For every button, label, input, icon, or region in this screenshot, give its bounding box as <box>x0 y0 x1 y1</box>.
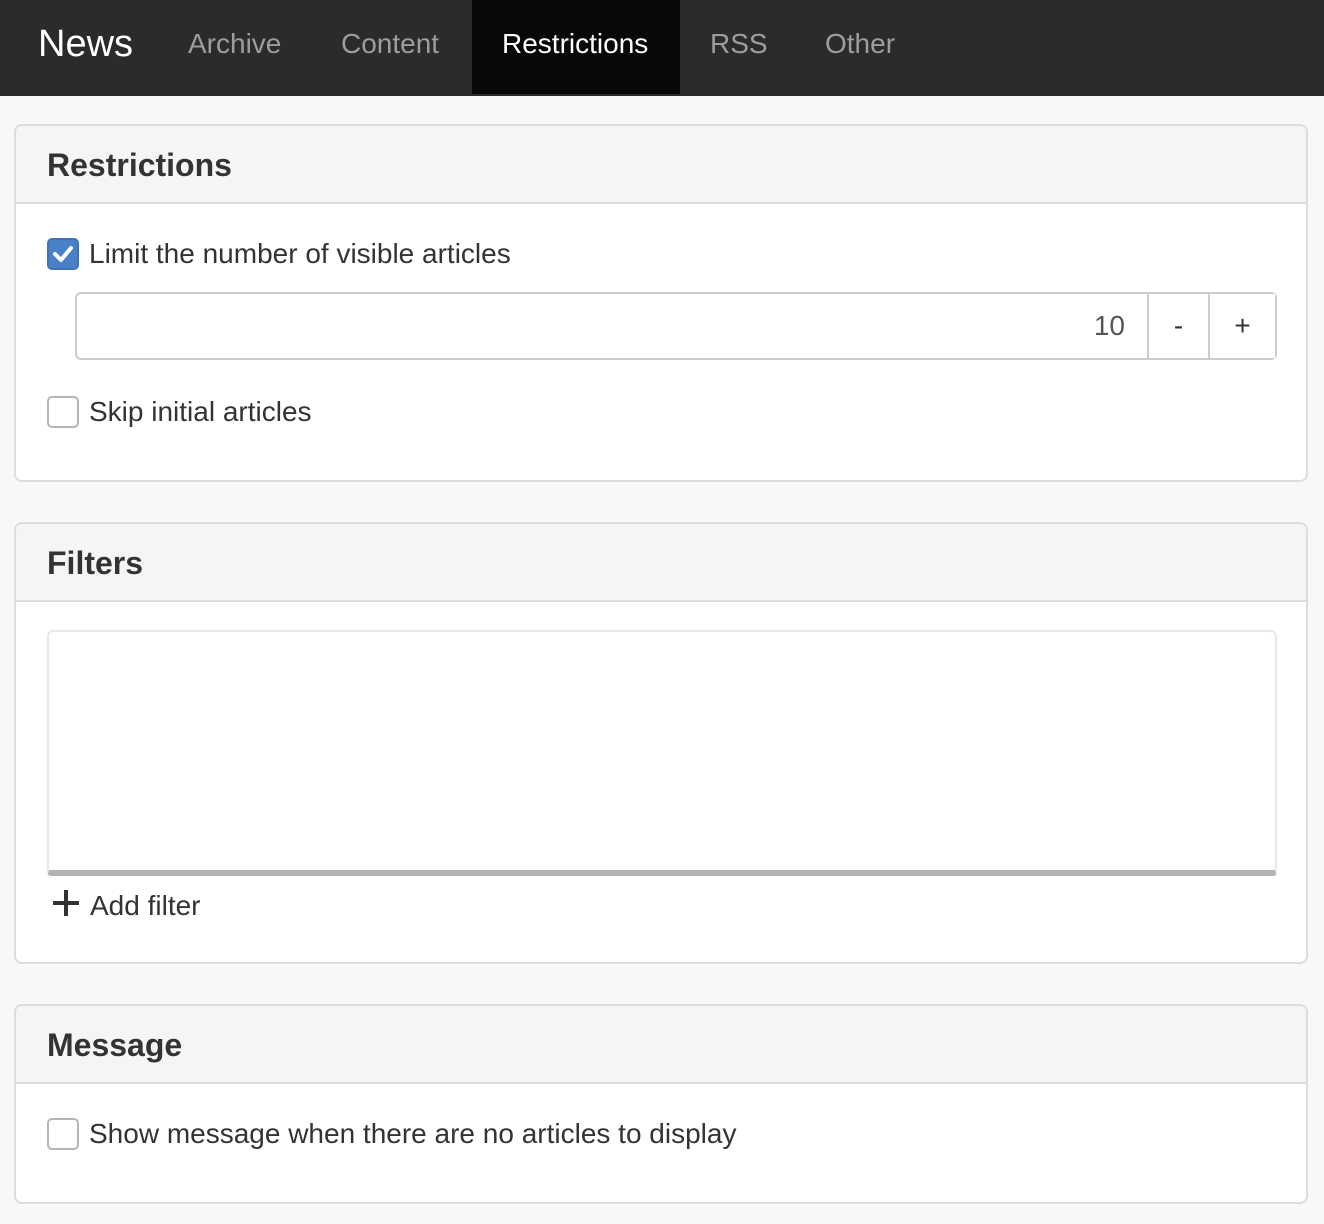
tab-content[interactable]: Content <box>311 0 469 94</box>
restrictions-panel: Restrictions Limit the number of visible… <box>14 124 1308 482</box>
message-panel-heading: Message <box>16 1006 1306 1084</box>
skip-articles-label: Skip initial articles <box>89 396 312 427</box>
filter-list <box>47 630 1277 876</box>
filters-panel-title: Filters <box>47 545 144 581</box>
restrictions-panel-heading: Restrictions <box>16 126 1306 204</box>
increment-button[interactable]: + <box>1208 294 1275 358</box>
tab-archive[interactable]: Archive <box>158 0 311 94</box>
show-message-checkbox[interactable] <box>47 1118 79 1150</box>
top-navbar: News Archive Content Restrictions RSS Ot… <box>0 0 1324 96</box>
message-panel-title: Message <box>47 1027 183 1063</box>
limit-articles-label: Limit the number of visible articles <box>89 238 511 269</box>
decrement-button[interactable]: - <box>1147 294 1208 358</box>
checkmark-icon <box>53 246 73 262</box>
skip-articles-checkbox[interactable] <box>47 396 79 428</box>
restrictions-panel-title: Restrictions <box>47 147 232 183</box>
article-limit-input[interactable]: 10 <box>77 294 1147 358</box>
add-filter-label: Add filter <box>90 890 201 921</box>
brand-title[interactable]: News <box>38 0 133 96</box>
show-message-label: Show message when there are no articles … <box>89 1118 737 1149</box>
tab-other[interactable]: Other <box>795 0 925 94</box>
tab-restrictions[interactable]: Restrictions <box>472 0 680 94</box>
tab-rss[interactable]: RSS <box>680 0 798 94</box>
filters-panel: Filters Add filter <box>14 522 1308 964</box>
filters-panel-heading: Filters <box>16 524 1306 602</box>
message-panel: Message Show message when there are no a… <box>14 1004 1308 1204</box>
article-limit-stepper: 10 - + <box>75 292 1277 360</box>
limit-articles-checkbox[interactable] <box>47 238 79 270</box>
plus-icon <box>53 890 79 916</box>
